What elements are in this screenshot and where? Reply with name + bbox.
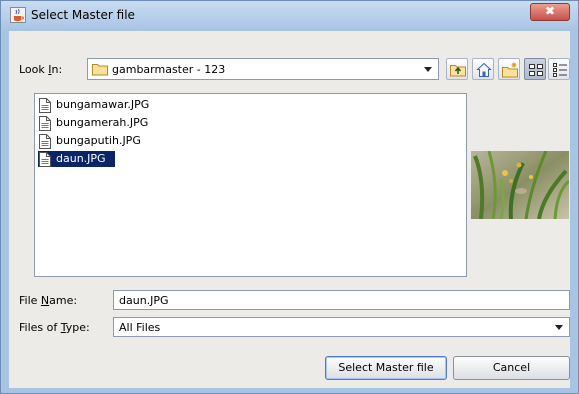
list-view-icon: [529, 64, 543, 76]
folder-icon: [92, 62, 108, 79]
home-button[interactable]: [472, 58, 494, 80]
file-name-label-post: ame:: [49, 294, 78, 307]
list-item[interactable]: bungamawar.JPG: [38, 97, 149, 113]
close-icon: ✖: [544, 4, 556, 18]
image-preview: [471, 151, 569, 219]
file-name: bungamawar.JPG: [56, 98, 150, 111]
new-folder-icon: [502, 62, 518, 78]
file-list[interactable]: bungamawar.JPG bungamerah.JPG bungaputih…: [34, 93, 467, 277]
look-in-value: gambarmaster - 123: [112, 63, 226, 76]
file-name-label-pre: File: [19, 294, 41, 307]
dialog-title: Select Master file: [31, 8, 135, 22]
cancel-button[interactable]: Cancel: [453, 356, 570, 380]
new-folder-button[interactable]: [498, 58, 520, 80]
files-of-type-value: All Files: [119, 321, 161, 334]
details-view-icon: [553, 63, 567, 77]
file-name-value: daun.JPG: [119, 294, 169, 307]
files-of-type-combo[interactable]: All Files: [113, 317, 570, 337]
look-in-label-post: n:: [51, 63, 63, 76]
list-item[interactable]: daun.JPG: [38, 151, 115, 167]
chevron-down-icon[interactable]: [555, 325, 563, 330]
file-name: daun.JPG: [56, 152, 106, 165]
folder-up-icon: [450, 65, 466, 77]
file-icon: [38, 152, 52, 170]
title-bar[interactable]: Select Master file ✖: [1, 1, 578, 29]
list-item[interactable]: bungaputih.JPG: [38, 133, 141, 149]
dialog-body: Look In: gambarmaster - 123 bungamawar.J…: [9, 31, 570, 388]
file-name-label: File Name:: [19, 294, 77, 307]
file-icon: [38, 116, 52, 134]
list-view-button[interactable]: [524, 58, 546, 80]
up-one-level-button[interactable]: [446, 58, 468, 80]
file-name-input[interactable]: daun.JPG: [113, 290, 570, 310]
file-name-label-mnemonic: N: [40, 294, 50, 307]
dialog-window: Select Master file ✖ Look In: gambarmast…: [0, 0, 579, 394]
list-item[interactable]: bungamerah.JPG: [38, 115, 148, 131]
look-in-label: Look In:: [19, 63, 62, 76]
file-icon: [38, 98, 52, 116]
files-of-type-label: Files of Type:: [19, 321, 90, 334]
file-name: bungamerah.JPG: [56, 116, 149, 129]
home-icon: [476, 62, 492, 77]
files-of-type-label-pre: Files of: [19, 321, 61, 334]
look-in-label-pre: Look: [19, 63, 49, 76]
close-button[interactable]: ✖: [530, 3, 570, 21]
look-in-combo[interactable]: gambarmaster - 123: [87, 58, 439, 80]
file-name: bungaputih.JPG: [56, 134, 141, 147]
files-of-type-label-post: ype:: [65, 321, 90, 334]
file-icon: [38, 134, 52, 152]
java-cup-icon: [10, 7, 26, 23]
details-view-button[interactable]: [548, 58, 570, 80]
chevron-down-icon[interactable]: [424, 67, 432, 72]
select-master-file-button[interactable]: Select Master file: [325, 356, 447, 380]
